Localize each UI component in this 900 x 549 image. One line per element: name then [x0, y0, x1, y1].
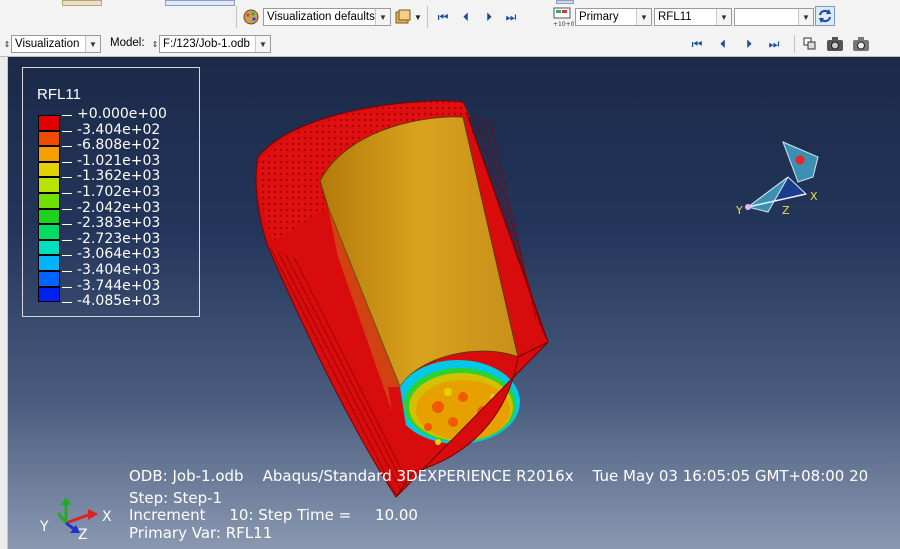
legend-color-swatch: [38, 239, 60, 256]
toolbar-fragment-icon-3[interactable]: [556, 0, 574, 4]
chevron-down-icon: ▼: [375, 9, 390, 25]
legend-value: -6.808e+02: [77, 137, 161, 154]
primary-var-info-line: Primary Var: RFL11: [129, 524, 273, 542]
model-list-icon[interactable]: ⇕: [151, 36, 159, 52]
legend-tick: [62, 161, 72, 163]
left-panel-edge[interactable]: [0, 57, 8, 549]
viewport[interactable]: RFL11 +0.000e+00 -3.404e+02 -6.808e+02 -1.0…: [8, 57, 900, 549]
legend-color-swatch: [38, 255, 60, 271]
first-frame-icon-2[interactable]: ⏮: [687, 36, 707, 52]
refresh-icon[interactable]: [815, 6, 835, 26]
legend-tick: [62, 271, 72, 272]
module-bar: ⇕ Visualization ▼ Model: ⇕ F:/123/Job-1.o…: [0, 32, 900, 57]
animation-options-icon[interactable]: [801, 35, 819, 53]
module-select[interactable]: Visualization ▼: [11, 35, 101, 53]
legend-tick: [62, 193, 72, 194]
view-triad-z-label: Z: [782, 204, 790, 217]
legend-color-swatch: [38, 115, 60, 131]
legend-color-swatch: [38, 286, 60, 303]
legend-tick: [62, 255, 72, 257]
chevron-down-icon: ▼: [255, 36, 270, 52]
chevron-down-icon: ▼: [716, 9, 731, 25]
visualization-defaults-select[interactable]: Visualization defaults ▼: [263, 8, 391, 26]
legend-color-swatch: [38, 161, 60, 178]
next-frame-icon[interactable]: ⏵: [480, 9, 498, 25]
model-select[interactable]: F:/123/Job-1.odb ▼: [159, 35, 271, 53]
legend-value: -4.085e+03: [77, 293, 161, 310]
legend-value: -2.383e+03: [77, 215, 161, 232]
chevron-down-icon: ▼: [636, 9, 651, 25]
toolbar-fragment-icon-2[interactable]: [165, 0, 235, 6]
legend-color-swatch: [38, 146, 60, 162]
legend-tick: [62, 302, 72, 304]
legend-tick: [62, 146, 72, 148]
component-select[interactable]: ▼: [734, 8, 814, 26]
legend-color-swatch: [38, 224, 60, 240]
view-triad-y-label: Y: [735, 204, 743, 217]
legend-color-swatch: [38, 271, 60, 287]
previous-frame-icon-2[interactable]: ⏴: [713, 36, 733, 52]
axis-y-label: Y: [39, 519, 49, 535]
legend-tick: [62, 286, 72, 288]
legend-value: -3.744e+03: [77, 277, 161, 294]
chevron-down-icon: ▼: [798, 9, 813, 25]
axis-x-label: X: [102, 509, 112, 525]
legend-value: -1.362e+03: [77, 168, 161, 185]
legend-value: -2.042e+03: [77, 199, 161, 216]
view-triad-x-label: X: [810, 190, 818, 203]
first-frame-icon[interactable]: ⏮: [434, 9, 452, 25]
chevron-down-icon: ▼: [85, 36, 100, 52]
previous-frame-icon[interactable]: ⏴: [457, 9, 475, 25]
next-frame-icon-2[interactable]: ⏵: [739, 36, 759, 52]
field-output-select[interactable]: RFL11 ▼: [654, 8, 732, 26]
legend-tick: [62, 130, 72, 132]
render-style-dropdown-icon[interactable]: ▼: [414, 10, 422, 24]
legend-tick: [62, 115, 72, 116]
axis-triad: X Y Z: [39, 497, 112, 543]
render-style-icon[interactable]: [394, 8, 412, 26]
legend-value: -2.723e+03: [77, 230, 161, 247]
legend-color-swatch: [38, 193, 60, 209]
legend-value: +0.000e+00: [77, 106, 167, 122]
last-frame-icon-2[interactable]: ⏭: [764, 36, 784, 52]
module-list-icon[interactable]: ⇕: [3, 36, 11, 52]
legend-tick: [62, 224, 72, 226]
toolbar-fragment-icon[interactable]: [62, 0, 102, 6]
top-toolbar: Visualization defaults ▼ ▼ ⏮ ⏴ ⏵ ⏭ +10+0 …: [0, 0, 900, 33]
legend-color-swatch: [38, 130, 60, 147]
visualization-defaults-icon[interactable]: [242, 8, 260, 26]
legend-tick: [62, 239, 72, 241]
legend-color-swatch: [38, 177, 60, 193]
odb-info-line: ODB: Job-1.odb Abaqus/Standard 3DEXPERIE…: [129, 467, 869, 485]
legend-value: -1.702e+03: [77, 184, 161, 200]
svg-text:+10+0: +10+0: [553, 21, 574, 28]
last-frame-icon[interactable]: ⏭: [502, 9, 520, 25]
legend-tick: [62, 208, 72, 210]
increment-info-line: Increment 10: Step Time = 10.00: [129, 506, 418, 524]
camera-options-icon[interactable]: [852, 35, 870, 53]
output-variable-type-select[interactable]: Primary ▼: [575, 8, 652, 26]
camera-icon[interactable]: [826, 35, 844, 53]
axis-z-label: Z: [78, 527, 88, 543]
field-output-icon[interactable]: +10+0: [552, 6, 574, 28]
legend-value: -3.404e+02: [77, 121, 161, 138]
legend-color-swatch: [38, 208, 60, 225]
step-info-line: Step: Step-1: [129, 489, 223, 507]
legend-value: -1.021e+03: [77, 152, 161, 169]
contour-legend[interactable]: RFL11 +0.000e+00 -3.404e+02 -6.808e+02 -1.0…: [22, 67, 200, 317]
legend-value: -3.064e+03: [77, 246, 161, 263]
model-label: Model:: [110, 37, 145, 49]
view-orientation-triad[interactable]: X Y Z: [728, 132, 838, 232]
legend-tick: [62, 177, 72, 179]
legend-value: -3.404e+03: [77, 262, 161, 278]
legend-title: RFL11: [37, 86, 81, 103]
